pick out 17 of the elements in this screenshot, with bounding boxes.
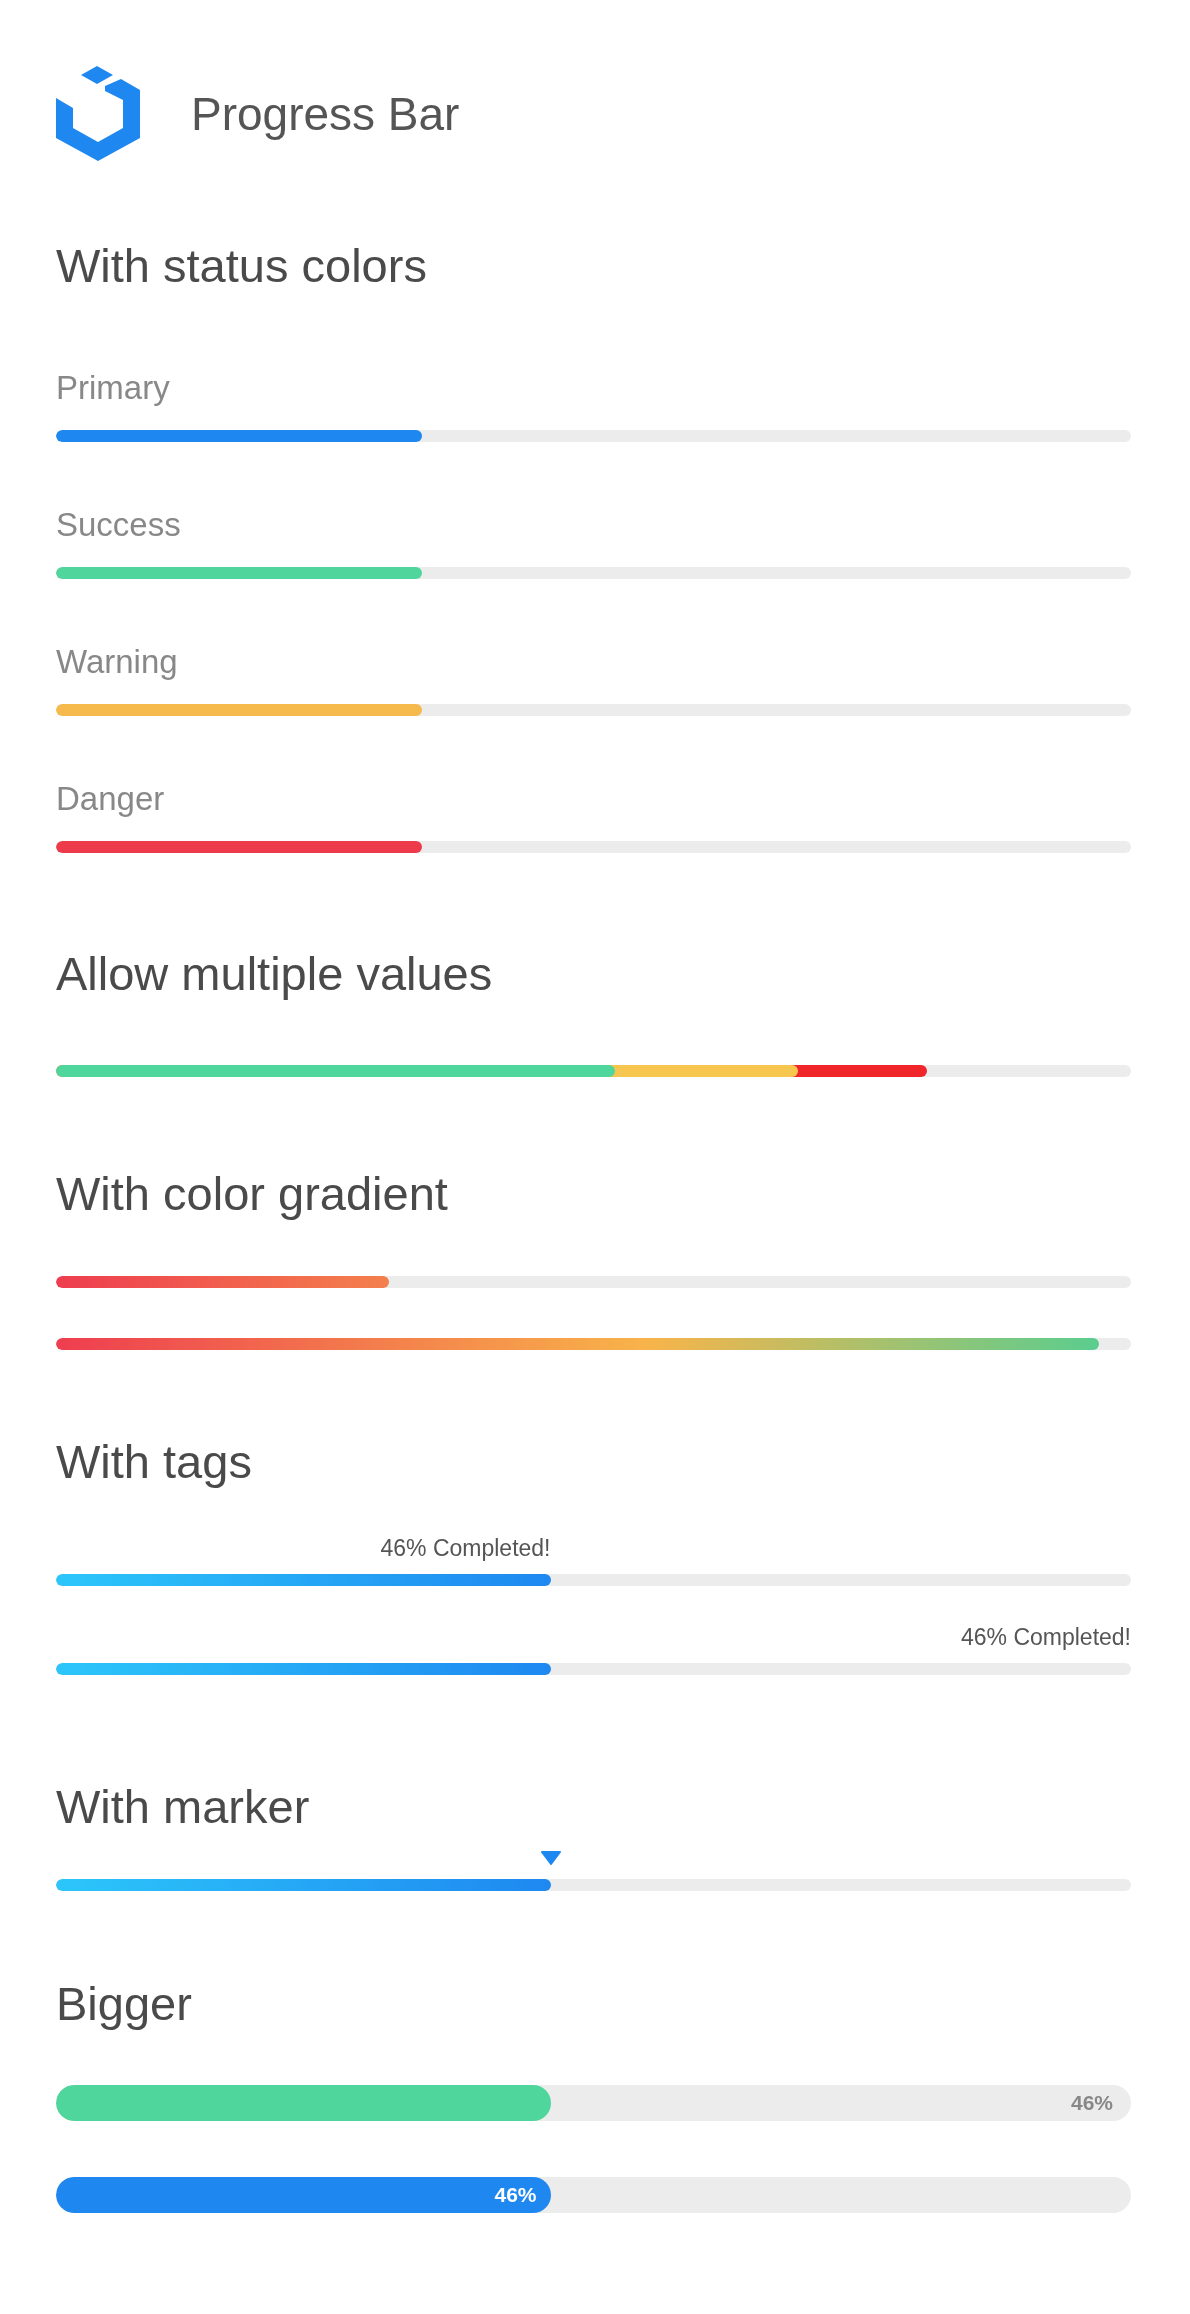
progress-tag: 46% Completed! bbox=[380, 1533, 551, 1563]
section-heading: With marker bbox=[56, 1779, 310, 1835]
page-title: Progress Bar bbox=[191, 86, 460, 142]
progress-tag: 46% Completed! bbox=[960, 1622, 1131, 1652]
progress-value: 46% bbox=[1070, 2090, 1113, 2116]
marker-icon bbox=[540, 1851, 561, 1865]
section-heading: Bigger bbox=[56, 1976, 192, 2032]
logo-icon bbox=[56, 66, 140, 161]
progress-label: Success bbox=[56, 506, 181, 543]
section-heading: With tags bbox=[56, 1434, 252, 1490]
progress-value: 46% bbox=[494, 2182, 537, 2208]
section-heading: With status colors bbox=[56, 238, 427, 294]
progress-label: Warning bbox=[56, 643, 178, 680]
section-heading: With color gradient bbox=[56, 1166, 448, 1222]
progress-label: Primary bbox=[56, 369, 170, 406]
section-heading: Allow multiple values bbox=[56, 946, 493, 1002]
progress-label: Danger bbox=[56, 780, 165, 817]
